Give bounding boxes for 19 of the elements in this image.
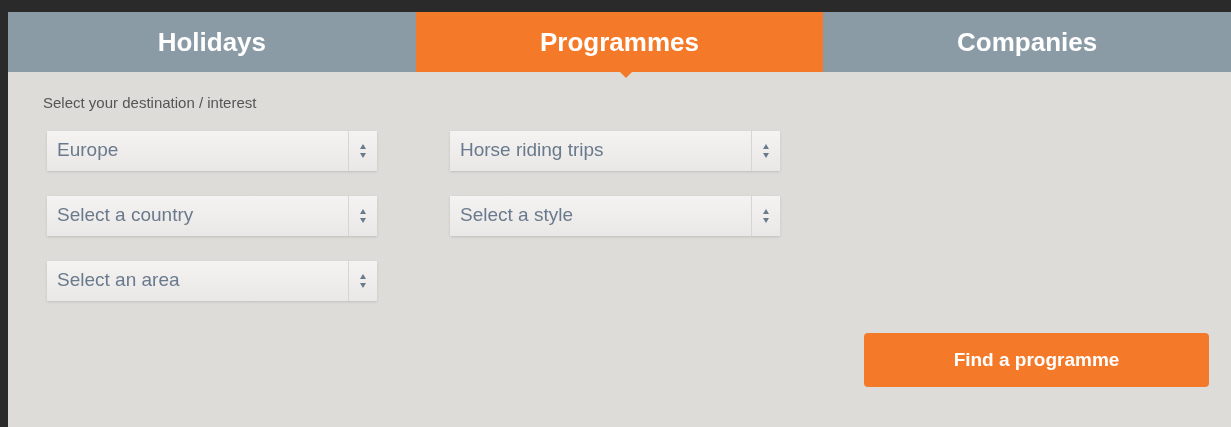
dropdown-select[interactable]: Select an area — [47, 260, 377, 301]
select-value: Horse riding trips — [459, 138, 605, 163]
tab[interactable]: Holidays — [8, 12, 416, 72]
tab[interactable]: Companies — [823, 12, 1231, 72]
updown-arrows-icon — [359, 272, 367, 289]
select-value: Select a style — [459, 203, 574, 228]
form-label: Select your destination / interest — [43, 93, 258, 113]
dropdown-select[interactable]: Select a country — [47, 195, 377, 236]
updown-arrows-icon — [359, 207, 367, 224]
dropdown-select[interactable]: Select a style — [450, 195, 780, 236]
find-programme-button[interactable]: Find a programme — [864, 333, 1209, 387]
select-value: Select a country — [56, 203, 195, 228]
select-value: Select an area — [56, 268, 181, 293]
dropdown-select[interactable]: Europe — [47, 130, 377, 171]
select-value: Europe — [56, 138, 120, 163]
dropdown-select[interactable]: Horse riding trips — [450, 130, 780, 171]
updown-arrows-icon — [762, 142, 770, 159]
updown-arrows-icon — [359, 142, 367, 159]
updown-arrows-icon — [762, 207, 770, 224]
